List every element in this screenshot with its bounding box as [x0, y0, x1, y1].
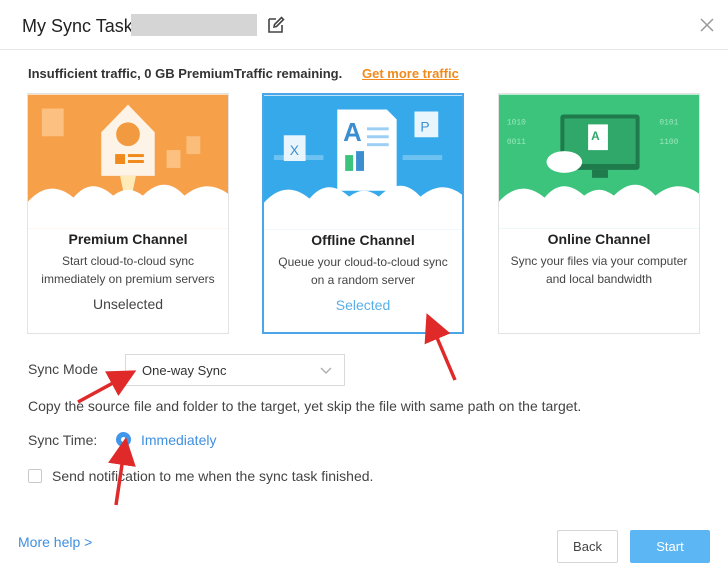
redacted-task-name [131, 14, 257, 36]
offline-documents-illustration: X P A [264, 95, 462, 230]
notification-label: Send notification to me when the sync ta… [52, 468, 374, 484]
svg-text:0101: 0101 [659, 118, 678, 127]
online-channel-card[interactable]: 1010 0101 1100 0011 A Online Channel Syn… [498, 93, 700, 334]
channel-title: Premium Channel [68, 231, 188, 247]
sync-mode-label: Sync Mode [28, 361, 99, 377]
sync-mode-value: One-way Sync [142, 363, 227, 378]
annotation-arrow [424, 313, 457, 381]
edit-icon[interactable] [266, 15, 286, 35]
channel-title: Online Channel [547, 231, 651, 247]
svg-text:1100: 1100 [659, 138, 678, 147]
online-monitor-illustration: 1010 0101 1100 0011 A [499, 94, 699, 229]
premium-rocket-illustration [28, 94, 228, 229]
close-icon[interactable] [698, 16, 716, 34]
notification-checkbox[interactable] [28, 469, 42, 483]
premium-channel-card[interactable]: Premium Channel Start cloud-to-cloud syn… [27, 93, 229, 334]
back-button[interactable]: Back [557, 530, 618, 563]
traffic-notice: Insufficient traffic, 0 GB PremiumTraffi… [28, 66, 343, 81]
svg-text:A: A [591, 129, 600, 143]
channel-status: Unselected [92, 296, 164, 312]
sync-time-label: Sync Time: [28, 432, 98, 448]
svg-text:A: A [343, 119, 362, 147]
channel-title: Offline Channel [311, 232, 415, 248]
channel-description: Sync your files via your computer and lo… [510, 254, 688, 286]
immediately-label[interactable]: Immediately [141, 432, 216, 448]
svg-text:1010: 1010 [507, 118, 526, 127]
svg-text:X: X [290, 142, 299, 158]
svg-text:P: P [420, 118, 429, 134]
channel-description: Start cloud-to-cloud sync immediately on… [41, 254, 215, 286]
channel-description: Queue your cloud-to-cloud sync on a rand… [278, 255, 448, 287]
immediately-radio[interactable] [116, 432, 131, 447]
sync-mode-select[interactable]: One-way Sync [125, 354, 345, 386]
sync-mode-description: Copy the source file and folder to the t… [28, 398, 582, 414]
offline-channel-card[interactable]: X P A Offline Channel Queue your cloud-t… [262, 93, 464, 334]
dialog-title: My Sync Task [22, 16, 133, 36]
get-more-traffic-link[interactable]: Get more traffic [362, 66, 459, 81]
dialog-header: My Sync Task [0, 0, 728, 50]
channel-status: Selected [335, 297, 391, 313]
svg-text:0011: 0011 [507, 138, 526, 147]
more-help-link[interactable]: More help > [18, 534, 92, 550]
start-button[interactable]: Start [630, 530, 710, 563]
chevron-down-icon [320, 367, 332, 374]
